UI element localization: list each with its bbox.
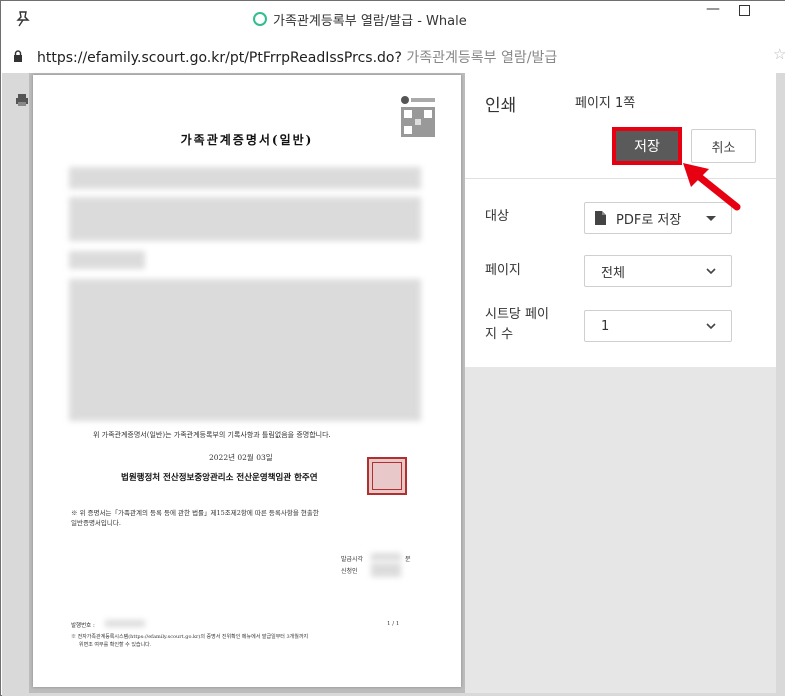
url-text[interactable]: https://efamily.scourt.go.kr/pt/PtFrrpRe… bbox=[37, 47, 557, 67]
redacted-block bbox=[69, 167, 421, 189]
redacted-block bbox=[69, 197, 421, 241]
page-count: 페이지 1쪽 bbox=[575, 96, 636, 111]
redacted-block bbox=[371, 563, 401, 577]
minimize-icon[interactable]: — bbox=[706, 1, 720, 17]
cancel-button[interactable]: 취소 bbox=[691, 129, 756, 163]
footer-line-2: 위변조 여부를 확인할 수 있습니다. bbox=[79, 642, 152, 648]
window-title-text: 가족관계등록부 열람/발급 - Whale bbox=[273, 13, 467, 29]
chevron-down-icon bbox=[706, 268, 716, 275]
pages-per-sheet-label-line-2: 지 수 bbox=[485, 327, 514, 342]
url-page-name: 가족관계등록부 열람/발급 bbox=[406, 50, 558, 66]
destination-value: PDF로 저장 bbox=[616, 212, 682, 228]
redacted-block bbox=[105, 620, 145, 627]
bookmark-star-icon[interactable]: ☆ bbox=[773, 45, 785, 63]
pages-value: 전체 bbox=[601, 265, 625, 281]
pages-per-sheet-select[interactable]: 1 bbox=[584, 310, 732, 342]
page-indicator: 1 / 1 bbox=[387, 621, 400, 627]
note-line-2: 일반증명서입니다. bbox=[71, 519, 121, 527]
title-bar: 가족관계등록부 열람/발급 - Whale — bbox=[1, 1, 785, 37]
issue-date: 2022년 02월 03일 bbox=[209, 453, 273, 462]
redacted-block bbox=[69, 251, 145, 269]
chevron-down-icon bbox=[706, 323, 716, 330]
issuer-name: 법원행정처 전산정보중앙관리소 전산운영책임관 한주연 bbox=[121, 473, 318, 483]
save-button[interactable]: 저장 bbox=[612, 127, 682, 165]
window-title: 가족관계등록부 열람/발급 - Whale bbox=[253, 9, 467, 29]
pages-select[interactable]: 전체 bbox=[584, 255, 732, 287]
issue-time-label: 발급시각 bbox=[341, 556, 364, 563]
document-title: 가족관계증명서(일반) bbox=[180, 133, 314, 147]
pages-per-sheet-label: 시트당 페이 지 수 bbox=[485, 305, 549, 345]
destination-label: 대상 bbox=[485, 209, 509, 224]
preview-page: 가족관계증명서(일반) 위 가족관계증명서(일반)는 가족관계등록부의 기록사항… bbox=[33, 75, 461, 687]
lock-icon bbox=[14, 50, 22, 62]
browser-window: 가족관계등록부 열람/발급 - Whale — https://efamily.… bbox=[0, 0, 785, 696]
url-address: https://efamily.scourt.go.kr/pt/PtFrrpRe… bbox=[37, 50, 402, 66]
redacted-block bbox=[69, 279, 421, 421]
print-title: 인쇄 bbox=[485, 96, 517, 116]
issue-number-label: 발행번호 : bbox=[71, 623, 95, 629]
issue-time-suffix: 분 bbox=[405, 556, 411, 563]
redacted-block bbox=[371, 553, 401, 561]
annotation-arrow-icon bbox=[683, 163, 741, 211]
pin-icon[interactable] bbox=[13, 9, 33, 29]
printer-icon bbox=[16, 94, 28, 106]
pages-label: 페이지 bbox=[485, 263, 521, 278]
maximize-icon[interactable] bbox=[739, 5, 750, 16]
panel-empty-area bbox=[465, 367, 776, 693]
applicant-label: 신청인 bbox=[341, 568, 358, 575]
pages-per-sheet-value: 1 bbox=[601, 318, 610, 334]
official-seal bbox=[367, 457, 407, 495]
footer-line-1: ※ 전자가족관계등록시스템(https://efamily.scourt.go.… bbox=[71, 634, 309, 640]
whale-logo-icon bbox=[253, 12, 267, 26]
document-icon bbox=[595, 211, 606, 225]
address-bar[interactable]: https://efamily.scourt.go.kr/pt/PtFrrpRe… bbox=[1, 37, 785, 73]
certify-text: 위 가족관계증명서(일반)는 가족관계등록부의 기록사항과 틀림없음을 증명합니… bbox=[93, 431, 331, 439]
pages-per-sheet-label-line-1: 시트당 페이 bbox=[485, 307, 549, 322]
print-settings-panel: 인쇄 페이지 1쪽 저장 취소 대상 PDF로 저장 페이지 전체 시트당 페이 bbox=[465, 73, 776, 367]
note-line-1: ※ 위 증명서는「가족관계의 등록 등에 관한 법률」제15조제2항에 따른 등… bbox=[71, 509, 319, 517]
